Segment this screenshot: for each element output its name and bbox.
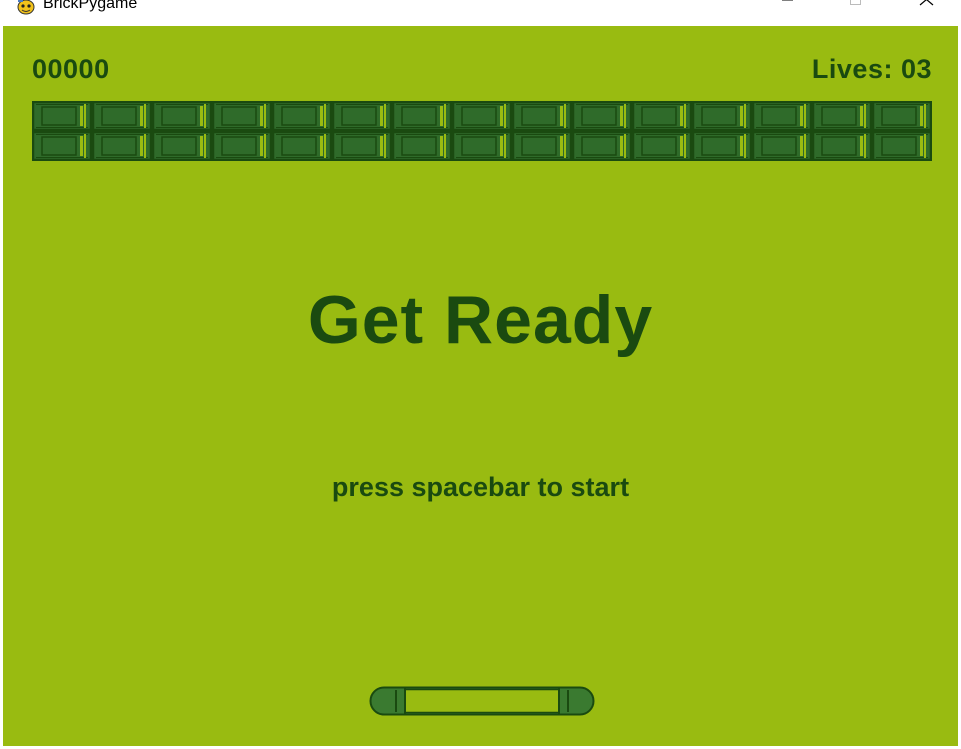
brick: [872, 131, 932, 161]
start-prompt: press spacebar to start: [331, 472, 630, 502]
brick: [272, 131, 332, 161]
maximize-icon[interactable]: [833, 0, 879, 16]
score-display: 00000: [32, 54, 110, 84]
pygame-snake-icon: [17, 0, 35, 15]
lives-display: Lives: 03: [811, 54, 932, 84]
brick: [452, 131, 512, 161]
brick: [452, 101, 512, 131]
brick: [32, 131, 92, 161]
brick: [632, 101, 692, 131]
close-icon[interactable]: [903, 0, 949, 16]
brick: [92, 101, 152, 131]
brick: [212, 131, 272, 161]
brick: [272, 101, 332, 131]
brick: [332, 131, 392, 161]
brick: [632, 131, 692, 161]
game-window: BrickPygame 00000 Lives: 03 Get Ready pr…: [0, 0, 961, 749]
window-title: BrickPygame: [43, 0, 138, 12]
brick: [392, 131, 452, 161]
brick: [752, 131, 812, 161]
brick: [812, 131, 872, 161]
paddle: [369, 686, 595, 716]
brick: [572, 101, 632, 131]
brick: [572, 131, 632, 161]
brick: [512, 131, 572, 161]
brick: [512, 101, 572, 131]
brick: [692, 131, 752, 161]
minimize-icon[interactable]: [764, 0, 810, 16]
brick: [392, 101, 452, 131]
brick: [92, 131, 152, 161]
brick: [152, 131, 212, 161]
brick: [152, 101, 212, 131]
title-bar[interactable]: BrickPygame: [0, 0, 961, 26]
brick: [332, 101, 392, 131]
brick: [692, 101, 752, 131]
brick: [872, 101, 932, 131]
brick-wall: [32, 101, 932, 161]
brick: [32, 101, 92, 131]
game-canvas[interactable]: 00000 Lives: 03 Get Ready press spacebar…: [3, 26, 958, 746]
brick: [752, 101, 812, 131]
brick: [812, 101, 872, 131]
get-ready-headline: Get Ready: [307, 282, 654, 358]
brick: [212, 101, 272, 131]
